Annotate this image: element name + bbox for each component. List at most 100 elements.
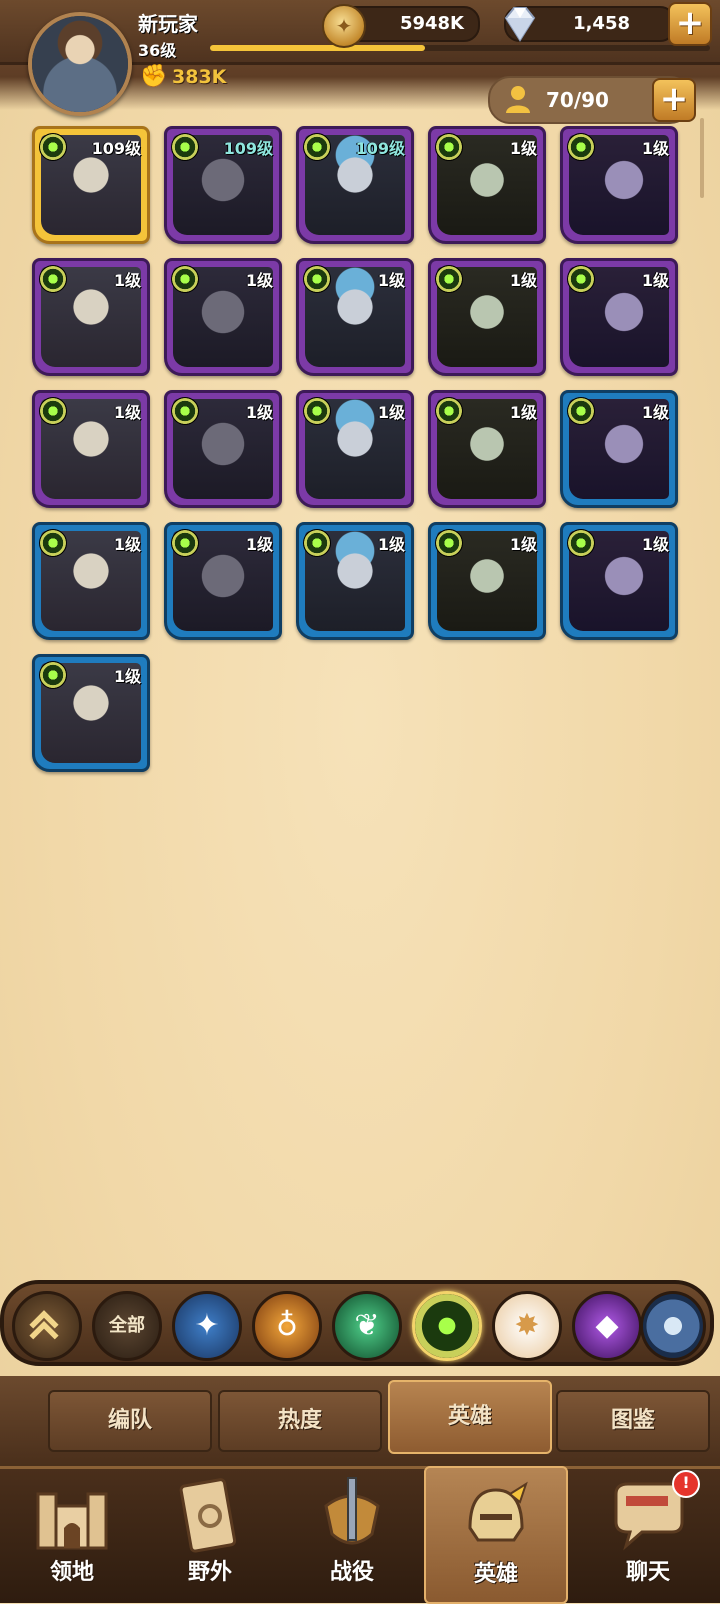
xp-bar [210, 45, 710, 51]
graveborn-faction-icon [435, 265, 463, 293]
heroes-screen: 新玩家 36级 ✊ 383K 5948K 1,458 + 70/90 + [0, 0, 720, 1604]
hero-card[interactable]: 1级 [428, 126, 546, 244]
hero-card[interactable]: 1级 [560, 390, 678, 508]
filter-wilder-button[interactable]: ❦ [332, 1291, 402, 1361]
nav-wild[interactable]: 野外 [140, 1466, 280, 1600]
hero-level: 1级 [641, 403, 669, 422]
filter-graveborn-button[interactable] [412, 1291, 482, 1361]
hero-card[interactable]: 1级 [560, 522, 678, 640]
add-gems-button[interactable]: + [668, 2, 712, 46]
tab-heat[interactable]: 热度 [218, 1390, 382, 1452]
hero-card[interactable]: 1级 [32, 522, 150, 640]
hero-card[interactable]: 1级 [164, 390, 282, 508]
nav-label-territory: 领地 [49, 1560, 94, 1585]
hero-level: 109级 [223, 139, 273, 158]
hero-level: 1级 [641, 271, 669, 290]
graveborn-faction-icon [39, 133, 67, 161]
hero-level: 1级 [509, 535, 537, 554]
expand-capacity-button[interactable]: + [652, 78, 696, 122]
hero-card[interactable]: 1级 [560, 126, 678, 244]
hero-level: 109级 [355, 139, 405, 158]
fist-icon: ✊ [140, 64, 168, 89]
hero-level: 1级 [245, 535, 273, 554]
graveborn-faction-icon [567, 265, 595, 293]
graveborn-faction-icon [435, 397, 463, 425]
hero-card[interactable]: 1级 [428, 522, 546, 640]
nav-heroes[interactable]: 英雄 [424, 1466, 568, 1604]
graveborn-faction-icon [303, 397, 331, 425]
notification-badge: ! [672, 1470, 700, 1498]
nav-campaign[interactable]: 战役 [282, 1466, 422, 1600]
sword-shield-icon [324, 1477, 380, 1545]
tab-codex[interactable]: 图鉴 [556, 1390, 710, 1452]
hero-card[interactable]: 109级 [164, 126, 282, 244]
nav-label-chat: 聊天 [625, 1560, 670, 1585]
gem-counter[interactable]: 1,458 [504, 6, 676, 42]
graveborn-faction-icon [171, 133, 199, 161]
leaf-icon: ❦ [354, 1308, 380, 1343]
player-avatar[interactable] [28, 12, 132, 116]
player-level: 36级 [138, 41, 177, 60]
hero-card[interactable]: 1级 [32, 258, 150, 376]
graveborn-faction-icon [435, 529, 463, 557]
nav-territory[interactable]: 领地 [2, 1466, 142, 1600]
hero-card[interactable]: 1级 [560, 258, 678, 376]
filter-lightbearer-button[interactable]: ✦ [172, 1291, 242, 1361]
faction-filter-bar: 全部 ✦ ♁ ❦ ✸ ◆ [0, 1280, 714, 1366]
compass-star-icon: ✦ [194, 1308, 220, 1343]
hero-card[interactable]: 109级 [32, 126, 150, 244]
hero-level: 109级 [91, 139, 141, 158]
hero-level: 1级 [377, 535, 405, 554]
gold-amount: 5948K [399, 13, 464, 34]
graveborn-faction-icon [39, 661, 67, 689]
xp-bar-fill [210, 45, 425, 51]
hero-card[interactable]: 1级 [428, 390, 546, 508]
filter-celestial-button[interactable]: ✸ [492, 1291, 562, 1361]
scrollbar[interactable] [700, 118, 704, 198]
filter-hypogean-button[interactable]: ◆ [572, 1291, 642, 1361]
hero-card[interactable]: 1级 [296, 258, 414, 376]
castle-icon [36, 1492, 108, 1550]
hero-card[interactable]: 1级 [32, 654, 150, 772]
nav-chat[interactable]: ! 聊天 [578, 1466, 718, 1600]
hero-level: 1级 [641, 139, 669, 158]
tab-formation[interactable]: 编队 [48, 1390, 212, 1452]
double-chevron-up-icon [29, 1310, 59, 1340]
hero-level: 1级 [509, 271, 537, 290]
hero-card[interactable]: 1级 [428, 258, 546, 376]
graveborn-faction-icon [39, 529, 67, 557]
hero-card[interactable]: 1级 [296, 390, 414, 508]
graveborn-faction-icon [567, 133, 595, 161]
hero-capacity-text: 70/90 [546, 88, 609, 112]
graveborn-faction-icon [567, 397, 595, 425]
hero-level: 1级 [377, 403, 405, 422]
diamond-icon [504, 7, 536, 42]
hero-level: 1级 [245, 403, 273, 422]
avatar-portrait [32, 16, 128, 112]
nav-label-wild: 野外 [187, 1560, 232, 1585]
hero-level: 1级 [509, 403, 537, 422]
tab-heroes[interactable]: 英雄 [388, 1380, 552, 1454]
scroll-map-icon [179, 1478, 237, 1553]
hero-card[interactable]: 109级 [296, 126, 414, 244]
gold-counter[interactable]: 5948K [322, 4, 480, 48]
hero-level: 1级 [113, 403, 141, 422]
graveborn-faction-icon [567, 529, 595, 557]
filter-all-button[interactable]: 全部 [92, 1291, 162, 1361]
hero-card[interactable]: 1级 [164, 522, 282, 640]
gold-coin-icon [322, 4, 366, 48]
hero-card[interactable]: 1级 [296, 522, 414, 640]
filter-dimensional-button[interactable] [640, 1291, 706, 1361]
hero-card[interactable]: 1级 [32, 390, 150, 508]
graveborn-faction-icon [171, 397, 199, 425]
graveborn-faction-icon [171, 529, 199, 557]
graveborn-faction-icon [39, 397, 67, 425]
helmet-icon [468, 1481, 528, 1542]
person-icon [506, 86, 530, 113]
hero-level: 1级 [641, 535, 669, 554]
graveborn-faction-icon [303, 133, 331, 161]
hero-card[interactable]: 1级 [164, 258, 282, 376]
filter-mauler-button[interactable]: ♁ [252, 1291, 322, 1361]
collapse-filter-button[interactable] [12, 1291, 82, 1361]
starburst-icon: ✸ [514, 1308, 540, 1343]
